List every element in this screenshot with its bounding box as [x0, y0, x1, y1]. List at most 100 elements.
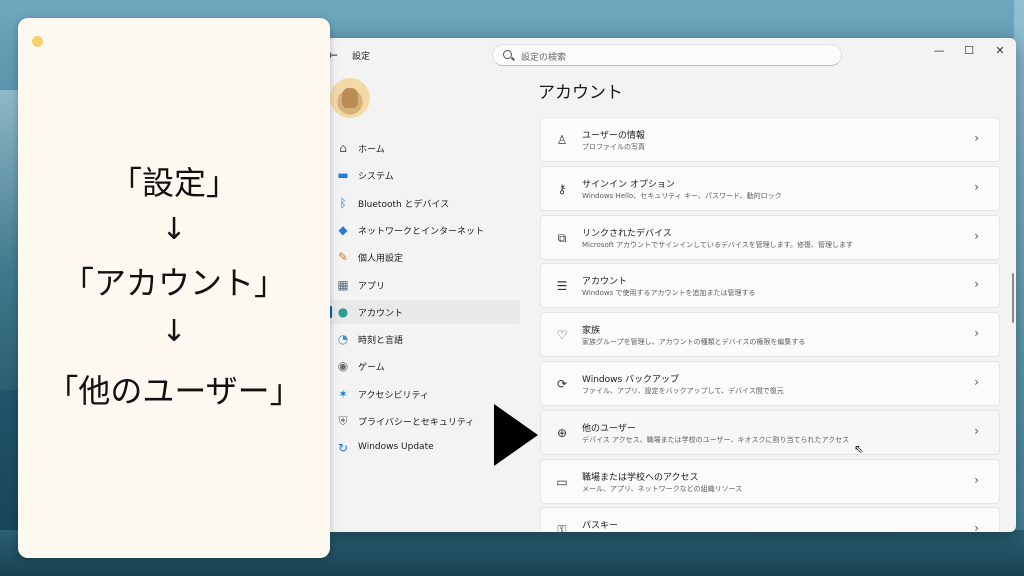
- sidebar-item[interactable]: ◆ ネットワークとインターネット: [328, 218, 520, 242]
- close-button[interactable]: ✕: [993, 44, 1007, 57]
- card-description: Microsoft アカウントでサインインしているデバイスを管理します。修復、管…: [582, 240, 853, 249]
- annotation-step-settings: 「設定」: [109, 164, 238, 202]
- card-description: ファイル、アプリ、設定をバックアップして、デバイス間で復元: [582, 387, 784, 395]
- card-title: サインイン オプション: [582, 179, 675, 190]
- page-title: アカウント: [538, 83, 623, 103]
- apps-icon: ▦: [337, 277, 349, 292]
- annotation-step-account: 「アカウント」: [61, 264, 286, 302]
- sidebar-item-label: 時刻と言語: [358, 336, 404, 347]
- settings-card[interactable]: ♡ 家族 家族グループを管理し、アカウントの種類とデバイスの権限を編集する ›: [540, 312, 1000, 358]
- account-icon: ●: [337, 304, 349, 319]
- card-title: 他のユーザー: [582, 423, 636, 434]
- chevron-right-icon: ›: [974, 423, 979, 438]
- arrow-down-icon: ↓: [161, 212, 187, 247]
- sidebar-item-label: ホーム: [358, 145, 385, 155]
- card-description: デバイス アクセス、職場または学校のユーザー、キオスクに割り当てられたアクセス: [582, 435, 850, 444]
- passkey-icon: ⚿: [557, 523, 567, 532]
- settings-card[interactable]: ▭ 職場または学校へのアクセス メール、アプリ、ネットワークなどの組織リソース ›: [540, 458, 1000, 504]
- wifi-icon: ◆: [338, 222, 348, 237]
- bluetooth-icon: ᛒ: [339, 195, 347, 210]
- settings-window: ← 設定 設定の検索 — ☐ ✕ ⌂ ホーム ▬ システム ᛒ Bluetooth とデバ…: [322, 38, 1016, 532]
- family-heart-icon: ♡: [556, 328, 568, 343]
- sidebar-item-label: アプリ: [358, 281, 386, 292]
- chevron-right-icon: ›: [974, 375, 979, 389]
- sidebar-item[interactable]: ✶ アクセシビリティ: [328, 382, 520, 406]
- search-box[interactable]: 設定の検索: [492, 44, 842, 66]
- card-title: Windows バックアップ: [582, 375, 680, 385]
- sidebar-item-label: システム: [358, 172, 394, 183]
- sidebar-item[interactable]: ● アカウント: [328, 299, 520, 324]
- sidebar-item[interactable]: ⛨ プライバシーとセキュリティ: [328, 409, 520, 433]
- backup-icon: ⟳: [556, 377, 568, 391]
- sidebar-item[interactable]: ◉ ゲーム: [328, 354, 520, 378]
- card-description: 家族グループを管理し、アカウントの種類とデバイスの権限を編集する: [582, 338, 806, 347]
- briefcase-icon: ▭: [556, 474, 568, 489]
- maximize-button[interactable]: ☐: [962, 44, 976, 57]
- card-description: メール、アプリ、ネットワークなどの組織リソース: [582, 484, 743, 493]
- settings-card[interactable]: ⧉ リンクされたデバイス Microsoft アカウントでサインインしているデバイス…: [540, 214, 1000, 260]
- scrollbar[interactable]: [1012, 273, 1014, 323]
- arrow-down-icon: ↓: [161, 314, 187, 349]
- add-user-icon: ⊕: [556, 425, 568, 440]
- home-icon: ⌂: [339, 141, 347, 155]
- card-title: リンクされたデバイス: [582, 228, 672, 239]
- minimize-button[interactable]: —: [932, 44, 946, 57]
- card-title: パスキー: [582, 521, 619, 532]
- settings-card[interactable]: ⚿ パスキー ›: [540, 507, 1000, 532]
- card-description: プロファイルの写真: [582, 143, 645, 151]
- sidebar-item-label: Bluetooth とデバイス: [358, 199, 450, 210]
- chevron-right-icon: ›: [974, 277, 979, 292]
- sidebar-item-label: 個人用設定: [358, 254, 404, 265]
- window-title: 設定: [352, 52, 371, 62]
- sidebar-item[interactable]: ▦ アプリ: [328, 273, 520, 297]
- chevron-right-icon: ›: [974, 228, 979, 243]
- settings-card[interactable]: ☰ アカウント Windows で使用するアカウントを追加または管理する ›: [540, 263, 1000, 309]
- brush-icon: ✎: [337, 250, 349, 265]
- accounts-list-icon: ☰: [556, 279, 568, 294]
- chevron-right-icon: ›: [974, 472, 979, 487]
- play-arrow-icon: [494, 404, 538, 466]
- update-icon: ↻: [337, 441, 349, 456]
- settings-card[interactable]: ⊕ 他のユーザー デバイス アクセス、職場または学校のユーザー、キオスクに割り当てら…: [540, 409, 1000, 455]
- sidebar-item[interactable]: ✎ 個人用設定: [328, 245, 520, 269]
- key-icon: ⚷: [557, 181, 567, 196]
- sidebar-item-label: ネットワークとインターネット: [358, 226, 485, 237]
- avatar[interactable]: [330, 78, 370, 118]
- sidebar-item-label: アクセシビリティ: [358, 390, 430, 401]
- sidebar-item-label: Windows Update: [358, 442, 434, 453]
- linked-devices-icon: ⧉: [557, 230, 567, 245]
- sidebar-item[interactable]: ▬ システム: [328, 163, 520, 187]
- annotation-panel: 「設定」 ↓ 「アカウント」 ↓ 「他のユーザー」: [18, 18, 330, 558]
- card-description: Windows Hello、セキュリティ キー、パスワード、動的ロック: [582, 191, 782, 200]
- card-title: アカウント: [582, 277, 628, 288]
- sidebar-item[interactable]: ◔ 時刻と言語: [328, 327, 520, 351]
- sidebar-item-label: プライバシーとセキュリティ: [358, 418, 475, 428]
- globe-icon: ◔: [337, 332, 349, 347]
- annotation-step-other-users: 「他のユーザー」: [46, 372, 302, 410]
- chevron-right-icon: ›: [974, 131, 979, 145]
- shield-icon: ⛨: [338, 414, 348, 428]
- search-icon: [503, 50, 512, 59]
- card-description: Windows で使用するアカウントを追加または管理する: [582, 289, 756, 298]
- sidebar-item[interactable]: ᛒ Bluetooth とデバイス: [328, 191, 520, 215]
- search-input[interactable]: 設定の検索: [521, 50, 566, 63]
- title-bar: ← 設定 設定の検索 — ☐ ✕: [322, 38, 1016, 72]
- card-title: 職場または学校へのアクセス: [582, 472, 699, 483]
- settings-card[interactable]: ⟳ Windows バックアップファイル、アプリ、設定をバックアップして、デバイス…: [540, 361, 1000, 406]
- chevron-right-icon: ›: [974, 521, 979, 532]
- settings-card[interactable]: ⚷ サインイン オプション Windows Hello、セキュリティ キー、パスワー…: [540, 165, 1000, 211]
- card-title: ユーザーの情報: [582, 131, 645, 141]
- sidebar-item-label: ゲーム: [358, 363, 385, 374]
- chevron-right-icon: ›: [974, 179, 979, 194]
- sidebar-item[interactable]: ↻ Windows Update: [328, 436, 520, 460]
- accessibility-icon: ✶: [337, 386, 349, 401]
- monitor-icon: ▬: [337, 168, 349, 183]
- sidebar-item-label: アカウント: [358, 308, 404, 319]
- sidebar-item[interactable]: ⌂ ホーム: [328, 136, 520, 160]
- chevron-right-icon: ›: [974, 326, 979, 341]
- person-icon: ♙: [556, 133, 568, 147]
- card-title: 家族: [582, 326, 601, 337]
- gamepad-icon: ◉: [337, 359, 349, 374]
- mouse-cursor-icon: ⇖: [854, 442, 865, 456]
- settings-card[interactable]: ♙ ユーザーの情報 プロファイルの写真 ›: [540, 117, 1000, 162]
